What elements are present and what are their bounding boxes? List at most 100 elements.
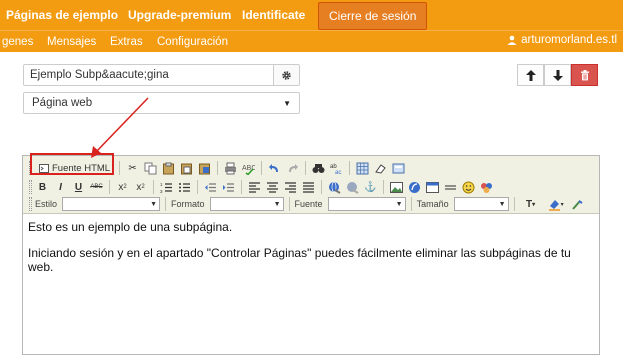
horizontal-rule-icon[interactable] bbox=[443, 180, 458, 195]
chevron-down-icon: ▼ bbox=[395, 200, 403, 208]
align-justify-icon[interactable] bbox=[301, 180, 316, 195]
separator bbox=[109, 180, 110, 194]
arrow-up-icon bbox=[525, 69, 536, 81]
move-down-button[interactable] bbox=[544, 64, 571, 86]
trash-icon bbox=[580, 69, 589, 80]
underline-icon[interactable]: U bbox=[71, 180, 86, 195]
source-highlight-box bbox=[30, 153, 114, 175]
page-type-value: Página web bbox=[32, 97, 93, 109]
svg-text:1: 1 bbox=[160, 182, 163, 187]
subnav-configuracion[interactable]: Configuración bbox=[157, 36, 228, 48]
chevron-down-icon: ▼ bbox=[283, 98, 291, 108]
find-icon[interactable] bbox=[311, 161, 326, 176]
smiley-icon[interactable] bbox=[461, 180, 476, 195]
subnav-imagenes[interactable]: genes bbox=[2, 36, 33, 48]
font-label: Fuente bbox=[294, 199, 323, 209]
style-select[interactable]: ▼ bbox=[62, 197, 161, 211]
move-up-button[interactable] bbox=[517, 64, 544, 86]
page: Páginas de ejemplo Upgrade-premium Ident… bbox=[0, 0, 623, 355]
superscript-icon[interactable]: x2 bbox=[133, 180, 148, 195]
form-icon[interactable] bbox=[391, 161, 406, 176]
content-paragraph: Iniciando sesión y en el apartado "Contr… bbox=[28, 246, 571, 274]
outdent-icon[interactable] bbox=[203, 180, 218, 195]
table-icon[interactable] bbox=[425, 180, 440, 195]
align-left-icon[interactable] bbox=[247, 180, 262, 195]
page-name-group bbox=[23, 64, 300, 86]
eraser-icon[interactable] bbox=[373, 161, 388, 176]
copy-icon[interactable] bbox=[143, 161, 158, 176]
page-type-select[interactable]: Página web ▼ bbox=[23, 92, 300, 114]
top-navbar: Páginas de ejemplo Upgrade-premium Ident… bbox=[0, 0, 623, 30]
format-select[interactable]: ▼ bbox=[209, 197, 284, 211]
arrow-down-icon bbox=[552, 69, 563, 81]
nav-identificate[interactable]: Identificate bbox=[242, 8, 305, 22]
paste-word-icon[interactable] bbox=[197, 161, 212, 176]
editor-toolbar: Fuente HTML ✂ ABC ab ac B I U ABC x 2 x … bbox=[23, 153, 599, 214]
indent-icon[interactable] bbox=[221, 180, 236, 195]
replace-icon[interactable]: ab ac bbox=[329, 161, 344, 176]
separator bbox=[261, 161, 263, 175]
editor-content[interactable]: Esto es un ejemplo de una subpágina. Ini… bbox=[23, 214, 599, 292]
separator bbox=[321, 180, 322, 194]
select-all-icon[interactable] bbox=[355, 161, 370, 176]
user-name: arturomorland.es.tl bbox=[521, 34, 617, 46]
strike-icon[interactable]: ABC bbox=[89, 180, 104, 195]
paste-icon[interactable] bbox=[161, 161, 176, 176]
font-select[interactable]: ▼ bbox=[327, 197, 406, 211]
settings-button[interactable] bbox=[273, 64, 300, 86]
toolbar-row-3: Estilo ▼ Formato ▼ Fuente ▼ Tamaño ▼ T ▾ … bbox=[29, 195, 585, 213]
toolbar-row-2: B I U ABC x2 x2 13 ⚓ bbox=[29, 178, 494, 196]
unlink-icon[interactable] bbox=[345, 180, 360, 195]
content-paragraph: Esto es un ejemplo de una subpágina. bbox=[28, 220, 233, 234]
align-right-icon[interactable] bbox=[283, 180, 298, 195]
redo-icon[interactable] bbox=[285, 161, 300, 176]
anchor-icon[interactable]: ⚓ bbox=[363, 180, 378, 195]
page-name-input[interactable] bbox=[23, 64, 273, 86]
gear-icon bbox=[282, 70, 291, 80]
separator bbox=[383, 180, 384, 194]
special-char-icon[interactable] bbox=[479, 180, 494, 195]
image-icon[interactable] bbox=[389, 180, 404, 195]
separator bbox=[288, 197, 290, 211]
chevron-down-icon: ▼ bbox=[498, 200, 506, 208]
align-center-icon[interactable] bbox=[265, 180, 280, 195]
separator bbox=[513, 197, 515, 211]
rich-text-editor: Fuente HTML ✂ ABC ab ac B I U ABC x 2 x … bbox=[22, 153, 600, 355]
separator bbox=[349, 161, 351, 175]
page-actions bbox=[517, 64, 598, 86]
subnav-extras[interactable]: Extras bbox=[110, 36, 143, 48]
link-icon[interactable] bbox=[327, 180, 342, 195]
italic-icon[interactable]: I bbox=[53, 180, 68, 195]
nav-upgrade-premium[interactable]: Upgrade-premium bbox=[128, 8, 231, 22]
style-label: Estilo bbox=[35, 199, 58, 209]
print-icon[interactable] bbox=[223, 161, 238, 176]
toolbar-grip bbox=[29, 197, 32, 211]
paste-format-icon[interactable] bbox=[570, 197, 585, 212]
nav-ejemplos[interactable]: Páginas de ejemplo bbox=[6, 8, 118, 22]
subnav-mensajes[interactable]: Mensajes bbox=[47, 36, 96, 48]
svg-text:ABC: ABC bbox=[242, 165, 255, 172]
bullet-list-icon[interactable] bbox=[177, 180, 192, 195]
nav-logout[interactable]: Cierre de sesión bbox=[318, 2, 428, 30]
svg-text:ac: ac bbox=[335, 170, 341, 175]
size-label: Tamaño bbox=[416, 199, 449, 209]
undo-icon[interactable] bbox=[267, 161, 282, 176]
spellcheck-icon[interactable]: ABC bbox=[241, 161, 256, 176]
separator bbox=[119, 161, 121, 175]
cut-icon[interactable]: ✂ bbox=[125, 161, 140, 176]
subscript-icon[interactable]: x2 bbox=[115, 180, 130, 195]
paste-text-icon[interactable] bbox=[179, 161, 194, 176]
bold-icon[interactable]: B bbox=[35, 180, 50, 195]
chevron-down-icon: ▼ bbox=[150, 200, 158, 208]
text-color-icon[interactable]: T ▾ bbox=[520, 197, 542, 212]
separator bbox=[241, 180, 242, 194]
size-select[interactable]: ▼ bbox=[453, 197, 509, 211]
svg-text:3: 3 bbox=[160, 189, 163, 194]
numbered-list-icon[interactable]: 13 bbox=[159, 180, 174, 195]
flash-icon[interactable] bbox=[407, 180, 422, 195]
user-menu[interactable]: arturomorland.es.tl bbox=[507, 34, 617, 46]
format-label: Formato bbox=[171, 199, 205, 209]
background-color-icon[interactable]: ▾ bbox=[545, 197, 567, 212]
chevron-down-icon: ▼ bbox=[273, 200, 281, 208]
delete-button[interactable] bbox=[571, 64, 598, 86]
